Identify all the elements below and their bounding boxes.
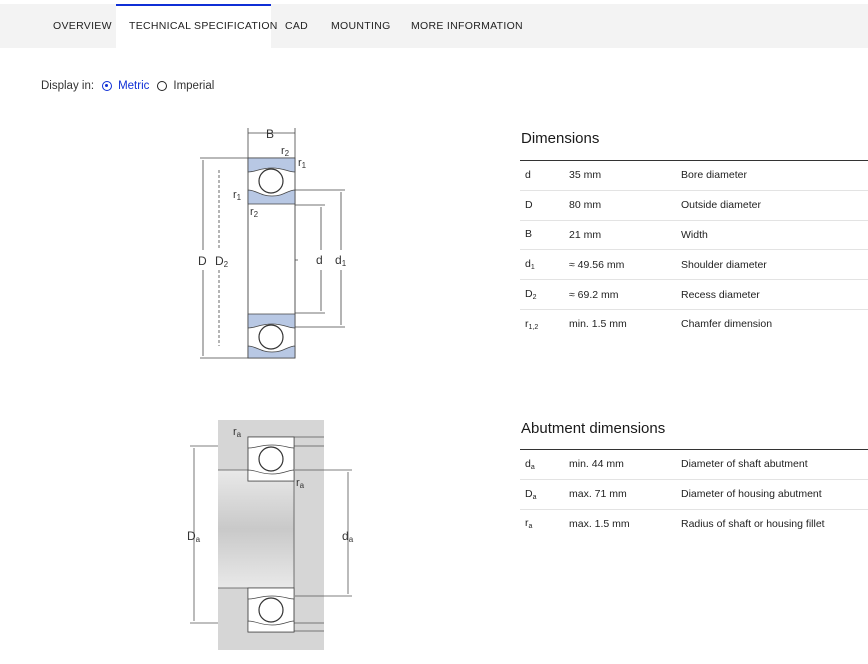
svg-text:da: da (342, 529, 354, 544)
value-cell: 80 mm (569, 189, 681, 221)
value-cell: min. 44 mm (569, 449, 681, 480)
description-cell: Chamfer dimension (681, 308, 868, 339)
symbol-cell: D (520, 189, 569, 221)
table-row: D2 ≈ 69.2 mm Recess diameter (520, 279, 868, 310)
abutment-dimensions-drawing: ra ra Da da (187, 420, 354, 650)
metric-radio-option[interactable]: Metric (102, 80, 149, 92)
table-row: Da max. 71 mm Diameter of housing abutme… (520, 478, 868, 510)
description-cell: Recess diameter (681, 279, 868, 310)
metric-radio[interactable] (102, 81, 113, 91)
imperial-radio[interactable] (157, 81, 168, 91)
symbol-cell: ra (520, 508, 569, 539)
svg-text:r1: r1 (233, 189, 242, 202)
table-row: d1 ≈ 49.56 mm Shoulder diameter (520, 249, 868, 280)
label-B: B (266, 127, 274, 141)
dimensions-table: d 35 mm Bore diameter D 80 mm Outside di… (520, 160, 868, 339)
value-cell: max. 71 mm (569, 478, 681, 510)
label-d: d (316, 253, 323, 267)
description-cell: Diameter of housing abutment (681, 478, 868, 510)
value-cell: ≈ 49.56 mm (569, 249, 681, 280)
symbol-cell: d1 (520, 249, 569, 280)
abutment-table: da min. 44 mm Diameter of shaft abutment… (520, 449, 868, 539)
table-row: B 21 mm Width (520, 219, 868, 250)
table-row: r1,2 min. 1.5 mm Chamfer dimension (520, 308, 868, 339)
value-cell: 35 mm (569, 160, 681, 191)
value-cell: max. 1.5 mm (569, 508, 681, 539)
metric-label: Metric (118, 80, 150, 92)
unit-selector: Display in: Metric Imperial (41, 80, 222, 92)
tab-cad[interactable]: CAD (285, 4, 308, 48)
value-cell: 21 mm (569, 219, 681, 250)
bearing-dimensions-drawing: B r2 r1 r1 r2 D D2 d d1 (198, 127, 347, 359)
tab-overview[interactable]: OVERVIEW (53, 4, 112, 48)
svg-text:Da: Da (187, 529, 201, 544)
tab-mounting[interactable]: MOUNTING (331, 4, 391, 48)
symbol-cell: Da (520, 478, 569, 510)
description-cell: Diameter of shaft abutment (681, 449, 868, 480)
symbol-cell: da (520, 449, 569, 480)
table-row: ra max. 1.5 mm Radius of shaft or housin… (520, 508, 868, 539)
description-cell: Outside diameter (681, 189, 868, 221)
table-row: d 35 mm Bore diameter (520, 160, 868, 191)
description-cell: Radius of shaft or housing fillet (681, 508, 868, 539)
symbol-cell: B (520, 219, 569, 250)
symbol-cell: d (520, 160, 569, 191)
imperial-label: Imperial (173, 80, 215, 92)
table-row: D 80 mm Outside diameter (520, 189, 868, 221)
tab-more-information[interactable]: MORE INFORMATION (411, 4, 523, 48)
svg-text:d1: d1 (335, 253, 347, 268)
symbol-cell: D2 (520, 279, 569, 310)
value-cell: ≈ 69.2 mm (569, 279, 681, 310)
description-cell: Bore diameter (681, 160, 868, 191)
tab-bar: OVERVIEW TECHNICAL SPECIFICATION CAD MOU… (0, 4, 868, 48)
description-cell: Width (681, 219, 868, 250)
tab-technical-specification[interactable]: TECHNICAL SPECIFICATION (116, 4, 277, 48)
description-cell: Shoulder diameter (681, 249, 868, 280)
imperial-radio-option[interactable]: Imperial (157, 80, 214, 92)
dimensions-title: Dimensions (521, 130, 600, 147)
table-row: da min. 44 mm Diameter of shaft abutment (520, 449, 868, 480)
symbol-cell: r1,2 (520, 308, 569, 339)
svg-text:D2: D2 (215, 254, 229, 269)
abutment-title: Abutment dimensions (521, 420, 666, 437)
display-in-label: Display in: (41, 80, 95, 92)
svg-text:r2: r2 (281, 145, 290, 158)
value-cell: min. 1.5 mm (569, 308, 681, 339)
label-D: D (198, 254, 207, 268)
svg-text:r1: r1 (298, 157, 307, 170)
